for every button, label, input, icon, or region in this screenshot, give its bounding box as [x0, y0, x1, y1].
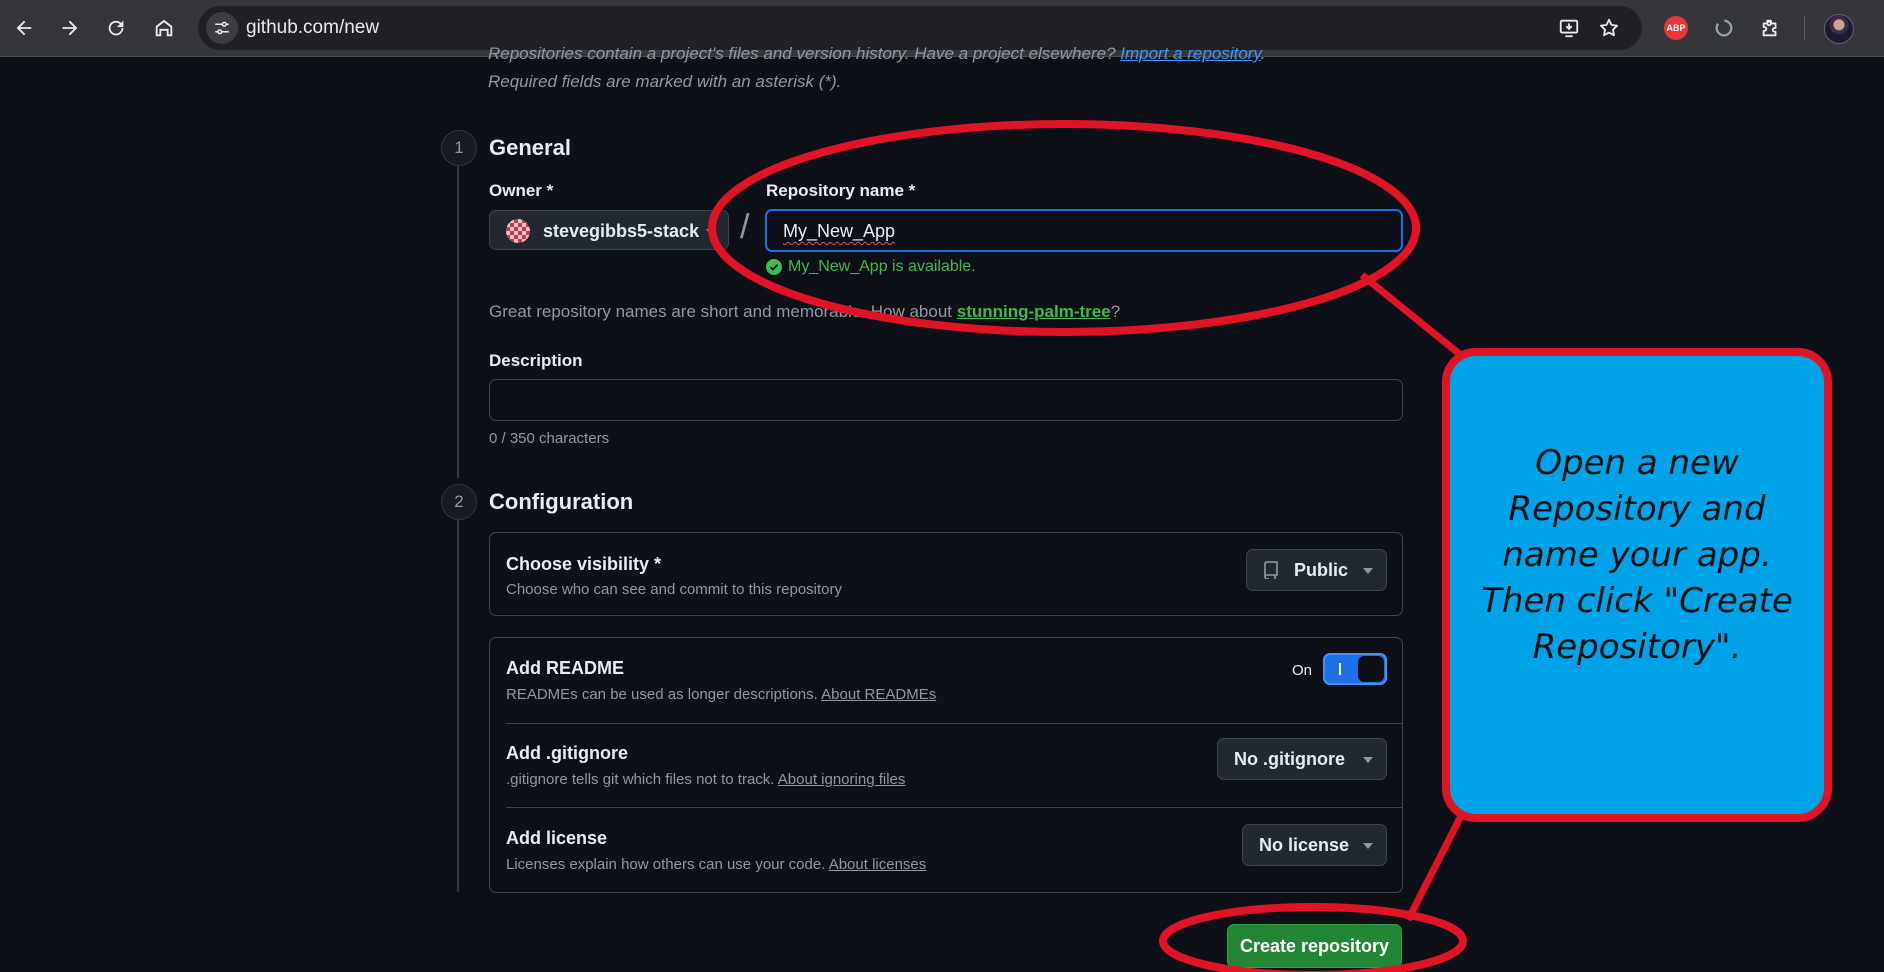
toggle-on-indicator [1339, 663, 1341, 675]
install-icon [1559, 19, 1579, 38]
forward-button[interactable] [52, 10, 88, 46]
toggle-knob [1358, 656, 1384, 682]
import-repository-link[interactable]: Import a repository [1120, 44, 1260, 63]
visibility-description: Choose who can see and commit to this re… [506, 581, 842, 598]
readme-toggle[interactable] [1323, 653, 1387, 685]
name-suggestion-hint: Great repository names are short and mem… [489, 302, 1121, 321]
configuration-heading: Configuration [489, 489, 634, 514]
suggested-name-link[interactable]: stunning-palm-tree [957, 302, 1111, 321]
owner-name: stevegibbs5-stack [543, 221, 700, 241]
owner-label: Owner * [489, 181, 554, 200]
chevron-down-icon [1363, 757, 1373, 763]
reload-icon [108, 20, 124, 36]
repository-name-value: My_New_App [783, 221, 896, 241]
extensions-button[interactable] [1754, 12, 1786, 44]
license-dropdown[interactable]: No license [1242, 824, 1387, 866]
description-label: Description [489, 351, 583, 370]
initialize-options-card: Add README READMEs can be used as longer… [489, 637, 1403, 893]
home-button[interactable] [146, 10, 182, 46]
gitignore-title: Add .gitignore [506, 743, 628, 763]
description-input[interactable] [489, 379, 1403, 421]
toolbar-separator [1804, 16, 1805, 40]
sync-icon [1715, 19, 1733, 37]
annotation-pointer-lower [1404, 812, 1466, 922]
annotation-pointer-upper [1359, 272, 1465, 359]
general-heading: General [489, 135, 571, 160]
readme-description: READMEs can be used as longer descriptio… [506, 686, 937, 703]
owner-avatar [506, 219, 530, 243]
row-divider [506, 723, 1402, 724]
owner-dropdown[interactable]: stevegibbs5-stack [489, 210, 729, 250]
intro-text: Repositories contain a project's files a… [488, 44, 1266, 63]
visibility-dropdown[interactable]: Public [1246, 549, 1387, 591]
instruction-callout-text: Open a new Repository and name your app.… [1481, 443, 1793, 667]
profile-avatar[interactable] [1824, 14, 1854, 44]
readme-title: Add README [506, 658, 624, 678]
bookmark-button[interactable] [1594, 13, 1624, 43]
repository-name-label: Repository name * [766, 181, 916, 200]
owner-repo-separator: / [740, 208, 750, 246]
forward-icon [62, 20, 78, 36]
visibility-title: Choose visibility * [506, 554, 662, 574]
availability-message: My_New_App is available. [766, 258, 976, 276]
row-divider [506, 807, 1402, 808]
chevron-down-icon [706, 229, 716, 235]
extensions-icon [1762, 19, 1777, 37]
required-note: Required fields are marked with an aster… [488, 72, 842, 91]
visibility-selected: Public [1294, 560, 1349, 580]
about-ignoring-files-link[interactable]: About ignoring files [778, 771, 906, 788]
description-char-counter: 0 / 350 characters [489, 430, 610, 447]
step-number-general: 1 [441, 130, 477, 166]
readme-toggle-label: On [1292, 662, 1313, 679]
step-rail-general [457, 166, 459, 478]
reload-button[interactable] [98, 10, 134, 46]
step-rail-configuration [457, 520, 459, 892]
star-icon [1600, 18, 1618, 37]
url-text[interactable]: github.com/new [246, 17, 379, 39]
install-app-button[interactable] [1554, 13, 1584, 43]
gitignore-description: .gitignore tells git which files not to … [506, 771, 906, 788]
chevron-down-icon [1363, 568, 1373, 574]
repository-name-input[interactable]: My_New_App [765, 209, 1403, 252]
gitignore-selected: No .gitignore [1234, 749, 1345, 769]
create-repository-button[interactable]: Create repository [1227, 924, 1402, 968]
back-icon [16, 20, 32, 36]
repo-icon [1264, 561, 1278, 579]
site-info-icon [215, 21, 229, 35]
chevron-down-icon [1363, 843, 1373, 849]
instruction-callout: Open a new Repository and name your app.… [1442, 348, 1832, 822]
check-circle-icon [766, 259, 782, 275]
license-description: Licenses explain how others can use your… [506, 856, 927, 873]
license-title: Add license [506, 828, 608, 848]
about-readmes-link[interactable]: About READMEs [821, 686, 936, 703]
step-number-configuration: 2 [441, 484, 477, 520]
sync-extension[interactable] [1708, 12, 1740, 44]
adblock-extension[interactable]: ABP [1660, 12, 1692, 44]
license-selected: No license [1259, 835, 1350, 855]
visibility-card: Choose visibility * Choose who can see a… [489, 532, 1403, 616]
gitignore-dropdown[interactable]: No .gitignore [1217, 738, 1387, 780]
about-licenses-link[interactable]: About licenses [829, 856, 927, 873]
adblock-icon: ABP [1664, 16, 1688, 40]
back-button[interactable] [6, 10, 42, 46]
home-icon [155, 19, 173, 37]
site-info-button[interactable] [206, 12, 238, 44]
